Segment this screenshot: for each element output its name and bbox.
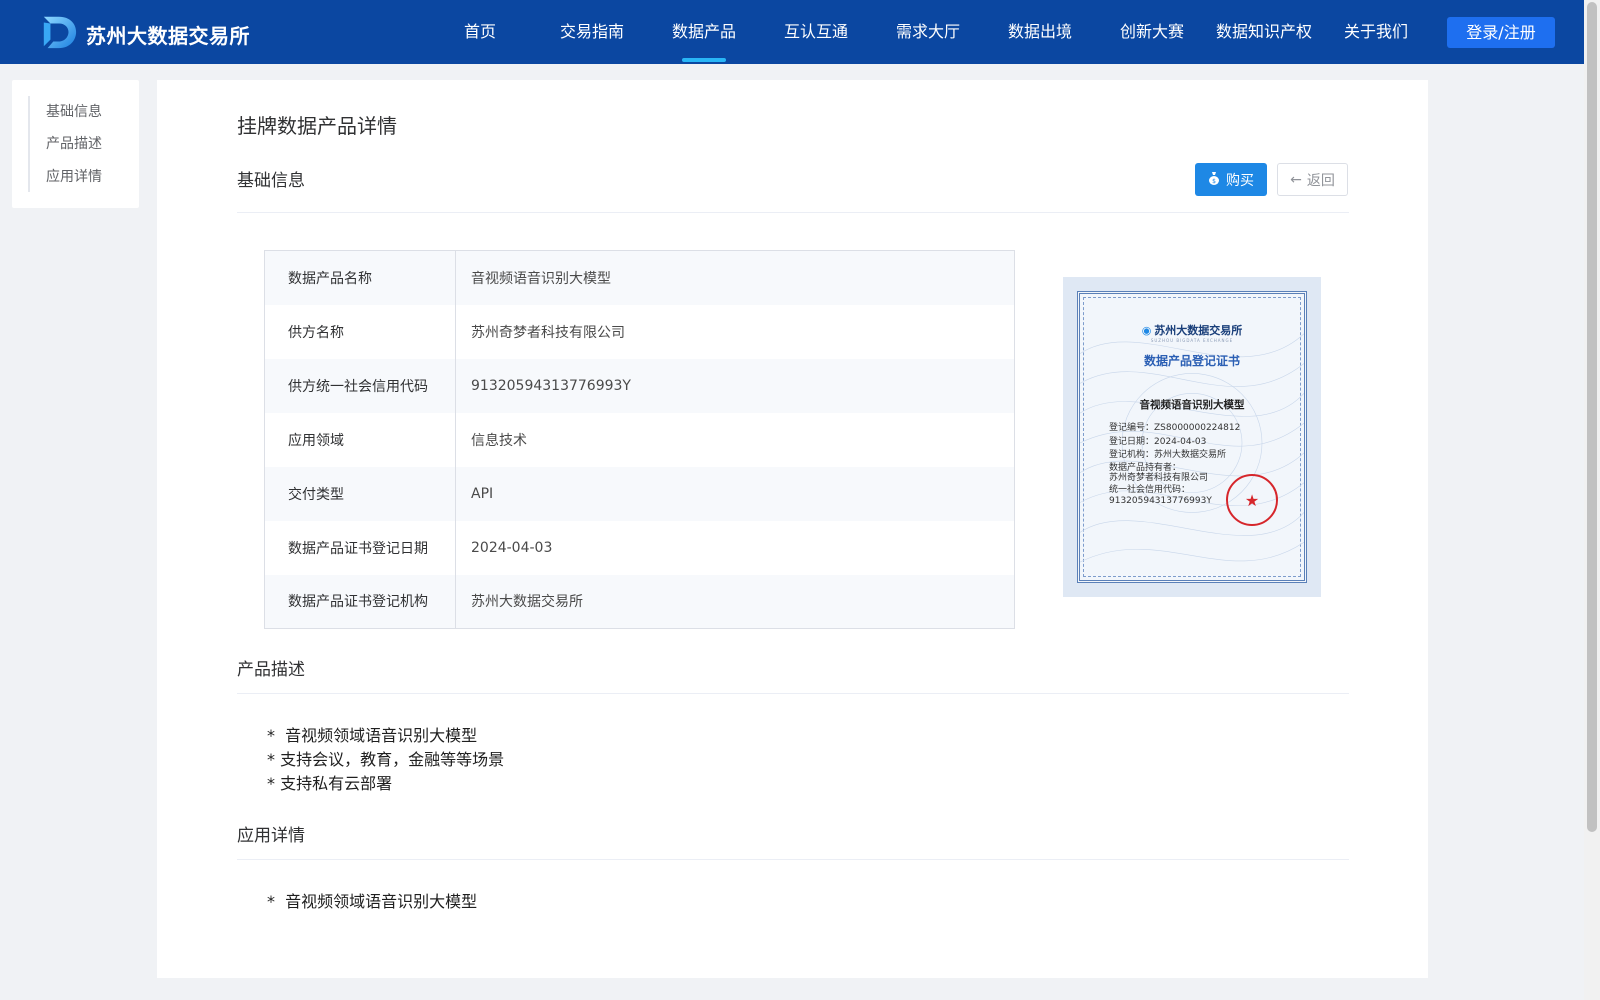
certificate-line: 登记机构：苏州大数据交易所 bbox=[1109, 450, 1227, 460]
row-value: 苏州大数据交易所 bbox=[455, 574, 1015, 629]
nav-item-innovation-contest[interactable]: 创新大赛 bbox=[1096, 0, 1208, 64]
nav-item-data-ip[interactable]: 数据知识产权 bbox=[1208, 0, 1320, 64]
section-title-application-details: 应用详情 bbox=[237, 826, 305, 846]
table-row: 供方统一社会信用代码 91320594313776993Y bbox=[264, 358, 1015, 413]
row-value: API bbox=[455, 466, 1015, 521]
basic-info-table: 数据产品名称 音视频语音识别大模型 供方名称 苏州奇梦者科技有限公司 供方统一社… bbox=[264, 250, 1015, 629]
description-line: * 支持会议，教育，金融等等场景 bbox=[267, 750, 505, 769]
anchor-item-product-description[interactable]: 产品描述 bbox=[46, 133, 102, 153]
certificate-title: 数据产品登记证书 bbox=[1143, 354, 1240, 368]
certificate-line: 苏州奇梦者科技有限公司 bbox=[1109, 472, 1209, 483]
section-title-product-description: 产品描述 bbox=[237, 660, 305, 680]
nav-item-home[interactable]: 首页 bbox=[424, 0, 536, 64]
svg-text:$: $ bbox=[1212, 178, 1216, 185]
row-value: 音视频语音识别大模型 bbox=[455, 250, 1015, 305]
application-details: * 音视频领域语音识别大模型 bbox=[267, 890, 477, 914]
anchor-item-application-details[interactable]: 应用详情 bbox=[46, 166, 102, 186]
star-seal-icon: ★ bbox=[1226, 474, 1278, 526]
login-register-button[interactable]: 登录/注册 bbox=[1447, 17, 1555, 48]
row-key: 应用领域 bbox=[264, 412, 456, 467]
row-value: 91320594313776993Y bbox=[455, 358, 1015, 413]
scrollbar-thumb[interactable] bbox=[1587, 2, 1597, 832]
top-navbar: 苏州大数据交易所 首页 交易指南 数据产品 互认互通 需求大厅 数据出境 创新大… bbox=[0, 0, 1584, 64]
certificate-line: 登记编号：ZS8000000224812 bbox=[1109, 423, 1241, 433]
row-key: 数据产品名称 bbox=[264, 250, 456, 305]
certificate-frame: ◉ 苏州大数据交易所 SUZHOU BIGDATA EXCHANGE 数据产品登记… bbox=[1077, 291, 1307, 583]
certificate-line: 数据产品持有者： bbox=[1109, 462, 1182, 473]
section-divider bbox=[237, 693, 1349, 694]
main-nav: 首页 交易指南 数据产品 互认互通 需求大厅 数据出境 创新大赛 数据知识产权 … bbox=[424, 0, 1432, 64]
product-description: * 音视频领域语音识别大模型 * 支持会议，教育，金融等等场景 * 支持私有云部… bbox=[267, 724, 504, 796]
certificate-details: 登记编号：ZS8000000224812 登记日期：2024-04-03 登记机… bbox=[1109, 422, 1240, 506]
certificate-line: 91320594313776993Y bbox=[1109, 495, 1212, 506]
anchor-item-basic-info[interactable]: 基础信息 bbox=[46, 101, 102, 121]
money-bag-icon: $ bbox=[1208, 171, 1220, 189]
row-key: 供方统一社会信用代码 bbox=[264, 358, 456, 413]
anchor-line bbox=[28, 96, 30, 192]
exchange-logo-icon: ◉ bbox=[1141, 324, 1152, 337]
buy-label: 购买 bbox=[1226, 172, 1254, 189]
nav-item-trade-guide[interactable]: 交易指南 bbox=[536, 0, 648, 64]
application-line: * 音视频领域语音识别大模型 bbox=[267, 892, 478, 911]
anchor-sidebar: 基础信息 产品描述 应用详情 bbox=[12, 80, 139, 208]
page-title: 挂牌数据产品详情 bbox=[237, 114, 397, 138]
row-key: 数据产品证书登记日期 bbox=[264, 520, 456, 575]
buy-button[interactable]: $ 购买 bbox=[1195, 163, 1267, 196]
table-row: 应用领域 信息技术 bbox=[264, 412, 1015, 467]
d-logo-icon bbox=[40, 13, 78, 55]
table-row: 供方名称 苏州奇梦者科技有限公司 bbox=[264, 304, 1015, 359]
section-divider bbox=[237, 212, 1349, 213]
nav-item-mutual-recognition[interactable]: 互认互通 bbox=[760, 0, 872, 64]
certificate-line: 登记日期：2024-04-03 bbox=[1109, 436, 1207, 447]
table-row: 数据产品证书登记机构 苏州大数据交易所 bbox=[264, 574, 1015, 629]
page-scrollbar[interactable] bbox=[1584, 0, 1600, 1000]
back-label: 返回 bbox=[1306, 172, 1335, 189]
table-row: 交付类型 API bbox=[264, 466, 1015, 521]
certificate-org: ◉ 苏州大数据交易所 bbox=[1080, 322, 1304, 338]
row-key: 数据产品证书登记机构 bbox=[264, 574, 456, 629]
certificate-org-en: SUZHOU BIGDATA EXCHANGE bbox=[1150, 338, 1234, 343]
nav-item-demand-hall[interactable]: 需求大厅 bbox=[872, 0, 984, 64]
row-value: 信息技术 bbox=[455, 412, 1015, 467]
row-key: 供方名称 bbox=[264, 304, 456, 359]
certificate-product: 音视频语音识别大模型 bbox=[1139, 399, 1245, 411]
site-logo[interactable]: 苏州大数据交易所 bbox=[40, 13, 250, 55]
certificate-line: 统一社会信用代码： bbox=[1109, 484, 1191, 495]
nav-item-data-products[interactable]: 数据产品 bbox=[648, 0, 760, 64]
table-row: 数据产品证书登记日期 2024-04-03 bbox=[264, 520, 1015, 575]
back-button[interactable]: ← 返回 bbox=[1277, 163, 1348, 196]
logo-text: 苏州大数据交易所 bbox=[86, 23, 250, 48]
row-key: 交付类型 bbox=[264, 466, 456, 521]
detail-panel: 挂牌数据产品详情 基础信息 $ 购买 ← 返回 数据产品名称 音视频语音识别大模… bbox=[157, 80, 1428, 978]
description-line: * 音视频领域语音识别大模型 bbox=[267, 726, 478, 745]
arrow-left-icon: ← bbox=[1290, 171, 1302, 188]
table-row: 数据产品名称 音视频语音识别大模型 bbox=[264, 250, 1015, 305]
description-line: * 支持私有云部署 bbox=[267, 774, 393, 793]
section-divider bbox=[237, 859, 1349, 860]
nav-item-data-export[interactable]: 数据出境 bbox=[984, 0, 1096, 64]
nav-item-about-us[interactable]: 关于我们 bbox=[1320, 0, 1432, 64]
section-title-basic-info: 基础信息 bbox=[237, 171, 305, 191]
certificate-org-name: 苏州大数据交易所 bbox=[1154, 324, 1243, 337]
row-value: 苏州奇梦者科技有限公司 bbox=[455, 304, 1015, 359]
certificate-image[interactable]: ◉ 苏州大数据交易所 SUZHOU BIGDATA EXCHANGE 数据产品登记… bbox=[1063, 277, 1321, 597]
row-value: 2024-04-03 bbox=[455, 520, 1015, 575]
